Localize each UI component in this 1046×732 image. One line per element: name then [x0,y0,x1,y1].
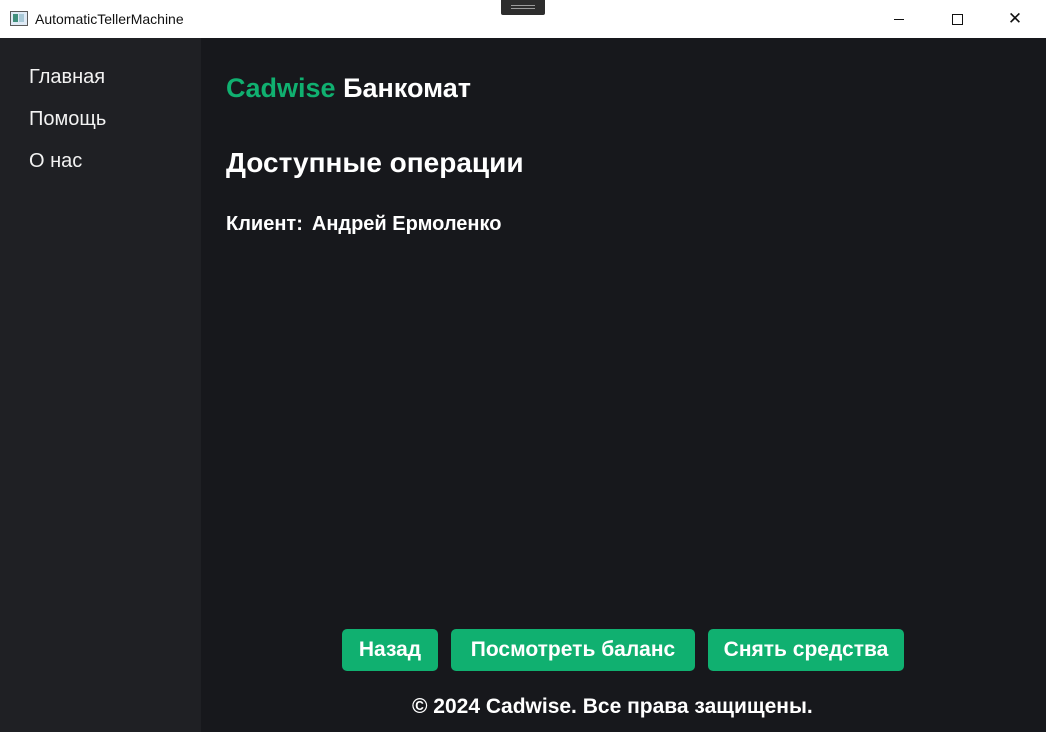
main-content: Cadwise Банкомат Доступные операции Клие… [201,38,1046,732]
withdraw-funds-button[interactable]: Снять средства [708,629,904,671]
client-name: Андрей Ермоленко [311,213,502,235]
window-title-bar[interactable]: AutomaticTellerMachine ✕ [0,0,1046,38]
window-title: AutomaticTellerMachine [35,11,184,27]
client-label: Клиент: [226,213,303,235]
page-title: Доступные операции [226,147,524,178]
app-window-icon [10,11,28,26]
sidebar-item-about[interactable]: О нас [29,149,82,173]
sidebar-item-help[interactable]: Помощь [29,107,106,131]
maximize-icon [951,13,963,25]
close-icon: ✕ [1007,8,1023,29]
minimize-button[interactable] [870,0,928,38]
close-button[interactable]: ✕ [986,0,1044,38]
footer-copyright: © 2024 Cadwise. Все права защищены. [412,695,813,718]
client-info: Клиент: Андрей Ермоленко [226,211,501,237]
drag-handle-icon[interactable] [501,0,545,15]
maximize-button[interactable] [928,0,986,38]
brand-accent: Cadwise [226,73,336,103]
sidebar-item-home[interactable]: Главная [29,65,105,89]
minimize-icon [894,18,904,20]
brand-title: Cadwise Банкомат [226,71,471,105]
back-button[interactable]: Назад [342,629,438,671]
sidebar: Главная Помощь О нас [0,38,201,732]
brand-name: Банкомат [343,73,471,103]
view-balance-button[interactable]: Посмотреть баланс [451,629,695,671]
